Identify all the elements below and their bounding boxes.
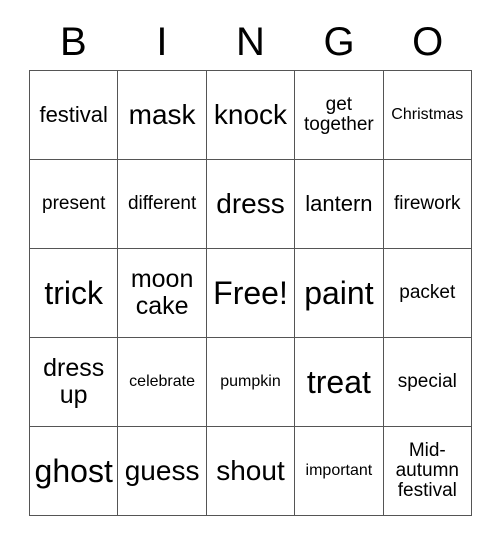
bingo-header-letter-i: I: [156, 20, 168, 64]
bingo-cell-label: lantern: [305, 191, 373, 217]
bingo-cell-r4c1[interactable]: dress up: [30, 338, 119, 427]
bingo-cell-label: packet: [399, 281, 456, 303]
bingo-cell-r5c2[interactable]: guess: [118, 427, 207, 516]
bingo-cell-r2c2[interactable]: different: [118, 160, 207, 249]
bingo-cell-label: dress up: [43, 354, 105, 409]
bingo-cell-label: get together: [304, 93, 374, 135]
bingo-cell-label: important: [305, 462, 373, 480]
bingo-cell-r1c5[interactable]: Christmas: [383, 71, 472, 160]
bingo-cell-label: festival: [39, 102, 108, 128]
bingo-cell-r2c5[interactable]: firework: [383, 160, 472, 249]
bingo-cell-r1c2[interactable]: mask: [118, 71, 207, 160]
bingo-header-row: B I N G O: [29, 14, 472, 70]
bingo-cell-r4c2[interactable]: celebrate: [118, 338, 207, 427]
bingo-card: B I N G O festival mask knock get togeth…: [0, 0, 500, 544]
bingo-cell-label: different: [127, 192, 197, 214]
bingo-cell-r3c5[interactable]: packet: [383, 249, 472, 338]
bingo-header-letter-b: B: [59, 20, 87, 64]
bingo-cell-label: present: [42, 192, 106, 214]
bingo-cell-label: moon cake: [130, 265, 194, 320]
bingo-cell-label: firework: [394, 192, 461, 214]
bingo-cell-label: knock: [213, 99, 288, 131]
bingo-cell-r1c4[interactable]: get together: [295, 71, 384, 160]
bingo-cell-r2c1[interactable]: present: [30, 160, 119, 249]
bingo-cell-label: treat: [306, 363, 371, 400]
bingo-cell-r1c3[interactable]: knock: [206, 71, 296, 160]
bingo-cell-label: mask: [128, 99, 196, 131]
bingo-cell-r1c1[interactable]: festival: [30, 71, 119, 160]
bingo-cell-r3c4[interactable]: paint: [295, 249, 384, 338]
bingo-cell-free-space[interactable]: Free!: [206, 249, 296, 338]
bingo-cell-label: Christmas: [391, 106, 464, 124]
bingo-cell-r4c4[interactable]: treat: [295, 338, 384, 427]
bingo-cell-label: guess: [124, 455, 200, 487]
bingo-header-letter-g: G: [323, 20, 355, 64]
bingo-cell-label: ghost: [34, 452, 113, 489]
bingo-cell-label: trick: [44, 274, 104, 311]
bingo-cell-r3c1[interactable]: trick: [30, 249, 119, 338]
bingo-free-space-label: Free!: [213, 274, 288, 311]
bingo-header-letter-n: N: [236, 20, 265, 64]
bingo-cell-label: dress: [216, 188, 285, 220]
bingo-cell-label: shout: [216, 455, 285, 487]
bingo-cell-label: paint: [304, 274, 374, 311]
bingo-cell-r4c3[interactable]: pumpkin: [206, 338, 296, 427]
bingo-cell-r3c2[interactable]: moon cake: [118, 249, 207, 338]
bingo-cell-label: pumpkin: [220, 373, 281, 391]
bingo-cell-label: Mid-autumn festival: [395, 439, 459, 502]
bingo-grid: festival mask knock get together Christm…: [29, 70, 472, 516]
bingo-cell-r5c4[interactable]: important: [295, 427, 384, 516]
bingo-cell-r2c3[interactable]: dress: [206, 160, 296, 249]
bingo-cell-label: celebrate: [129, 373, 195, 391]
bingo-header-letter-o: O: [412, 20, 444, 64]
bingo-cell-r4c5[interactable]: special: [383, 338, 472, 427]
bingo-cell-r2c4[interactable]: lantern: [295, 160, 384, 249]
bingo-cell-r5c3[interactable]: shout: [206, 427, 296, 516]
bingo-cell-label: special: [397, 370, 457, 392]
bingo-cell-r5c5[interactable]: Mid-autumn festival: [383, 427, 472, 516]
bingo-cell-r5c1[interactable]: ghost: [30, 427, 119, 516]
